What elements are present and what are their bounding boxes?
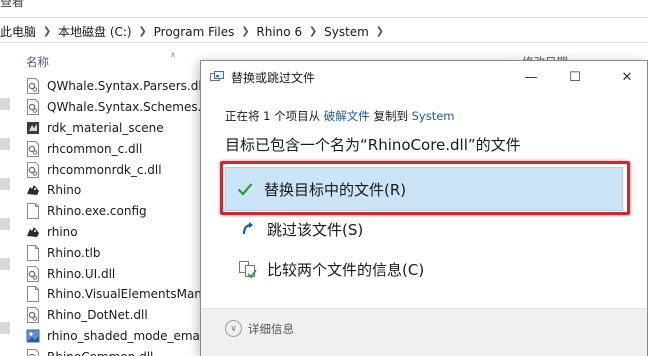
dll-file-icon bbox=[26, 99, 40, 116]
file-row[interactable]: rhino_shaded_mode_emap bbox=[26, 326, 226, 347]
dialog-footer: ∨ 详细信息 bbox=[201, 308, 647, 356]
details-label: 详细信息 bbox=[248, 321, 294, 336]
maximize-button[interactable]: ☐ bbox=[553, 61, 597, 93]
dll-file-icon bbox=[26, 265, 40, 282]
file-name: rdk_material_scene bbox=[47, 120, 164, 135]
breadcrumb-rhino6[interactable]: Rhino 6 bbox=[256, 25, 302, 39]
dialog-titlebar[interactable]: 替换或跳过文件 — ☐ ✕ bbox=[201, 61, 647, 93]
file-row[interactable]: Rhino.exe.config bbox=[26, 201, 226, 222]
compare-files-option[interactable]: 比较两个文件的信息(C) bbox=[225, 247, 623, 291]
dll-file-icon bbox=[26, 161, 40, 178]
dialog-title: 替换或跳过文件 bbox=[231, 71, 316, 85]
dll-file-icon bbox=[26, 348, 40, 356]
conflict-heading: 目标已包含一个名为“RhinoCore.dll”的文件 bbox=[225, 136, 521, 154]
file-row[interactable]: RhinoCommon.dll bbox=[26, 346, 226, 356]
file-row[interactable]: rhcommon_c.dll bbox=[26, 138, 226, 159]
file-name: rhino bbox=[47, 224, 78, 239]
info-prefix: 正在将 1 个项目从 bbox=[225, 109, 321, 123]
chevron-right-icon[interactable]: ❯ bbox=[302, 26, 324, 37]
replace-or-skip-dialog: 替换或跳过文件 — ☐ ✕ 正在将 1 个项目从 破解文件 复制到 System… bbox=[200, 60, 648, 356]
file-name: Rhino.UI.dll bbox=[47, 266, 116, 281]
file-row[interactable]: Rhino.UI.dll bbox=[26, 263, 226, 284]
blank-file-icon bbox=[26, 203, 40, 220]
image-file-icon bbox=[26, 328, 40, 344]
rhino-app-icon bbox=[26, 224, 40, 240]
file-name: QWhale.Syntax.Parsers.dll bbox=[47, 79, 206, 94]
blank-file-icon bbox=[26, 286, 40, 303]
ribbon-tab-strip: 查看 bbox=[0, 0, 648, 8]
file-name: Rhino bbox=[47, 183, 82, 198]
chevron-right-icon[interactable]: ❯ bbox=[369, 26, 391, 37]
file-row[interactable]: Rhino.VisualElementsMani bbox=[26, 284, 226, 305]
rhino-app-icon bbox=[26, 182, 40, 198]
more-details-button[interactable]: ∨ 详细信息 bbox=[225, 320, 294, 337]
source-folder-link[interactable]: 破解文件 bbox=[324, 109, 370, 123]
dll-file-icon bbox=[26, 78, 40, 95]
nav-pane-item[interactable] bbox=[0, 138, 10, 150]
breadcrumb-this-pc[interactable]: 此电脑 bbox=[0, 23, 36, 40]
skip-file-option[interactable]: 跳过该文件(S) bbox=[225, 207, 623, 251]
close-button[interactable]: ✕ bbox=[605, 61, 648, 93]
compare-documents-icon bbox=[237, 260, 259, 278]
sort-ascending-icon: ∧ bbox=[170, 50, 176, 59]
breadcrumb: 此电脑 ❯ 本地磁盘 (C:) ❯ Program Files ❯ Rhino … bbox=[0, 23, 391, 40]
file-name: Rhino.tlb bbox=[47, 245, 101, 260]
chevron-right-icon[interactable]: ❯ bbox=[132, 26, 154, 37]
dll-file-icon bbox=[26, 140, 40, 157]
file-name: rhino_shaded_mode_emap bbox=[47, 328, 208, 343]
file-row[interactable]: Rhino bbox=[26, 180, 226, 201]
nav-pane-item[interactable] bbox=[0, 218, 10, 230]
file-name: Rhino.exe.config bbox=[47, 204, 147, 219]
skip-arrow-icon bbox=[237, 221, 259, 237]
file-name: Rhino_DotNet.dll bbox=[47, 308, 148, 323]
minimize-button[interactable]: — bbox=[509, 61, 553, 93]
navigation-pane[interactable] bbox=[0, 72, 16, 356]
nav-pane-item[interactable] bbox=[0, 258, 10, 270]
ribbon-tab-view[interactable]: 查看 bbox=[0, 0, 24, 8]
column-header-name[interactable]: 名称 bbox=[26, 54, 49, 70]
destination-folder-link[interactable]: System bbox=[412, 109, 455, 123]
file-row[interactable]: rhino bbox=[26, 222, 226, 243]
breadcrumb-program-files[interactable]: Program Files bbox=[154, 25, 235, 39]
file-name: rhcommon_c.dll bbox=[47, 141, 143, 156]
copy-info-line: 正在将 1 个项目从 破解文件 复制到 System bbox=[225, 108, 455, 124]
file-name: Rhino.VisualElementsMani bbox=[47, 287, 206, 302]
info-middle: 复制到 bbox=[373, 109, 408, 123]
breadcrumb-local-disk[interactable]: 本地磁盘 (C:) bbox=[58, 23, 132, 40]
file-list: QWhale.Syntax.Parsers.dll QWhale.Syntax.S… bbox=[26, 76, 226, 356]
file-name: QWhale.Syntax.Schemes.dll bbox=[47, 100, 216, 115]
compare-option-label: 比较两个文件的信息(C) bbox=[267, 260, 425, 279]
chevron-down-icon: ∨ bbox=[225, 320, 242, 337]
file-row[interactable]: QWhale.Syntax.Parsers.dll bbox=[26, 76, 226, 97]
copy-files-icon bbox=[210, 71, 224, 86]
file-row[interactable]: rdk_material_scene bbox=[26, 118, 226, 139]
address-bar[interactable]: 此电脑 ❯ 本地磁盘 (C:) ❯ Program Files ❯ Rhino … bbox=[0, 17, 648, 43]
file-row[interactable]: QWhale.Syntax.Schemes.dll bbox=[26, 97, 226, 118]
nav-pane-item[interactable] bbox=[0, 178, 10, 190]
chevron-right-icon[interactable]: ❯ bbox=[234, 26, 256, 37]
file-row[interactable]: rhcommonrdk_c.dll bbox=[26, 159, 226, 180]
file-name: rhcommonrdk_c.dll bbox=[47, 162, 162, 177]
rhino-file-icon bbox=[26, 120, 40, 136]
nav-pane-item[interactable] bbox=[0, 98, 10, 110]
file-name: RhinoCommon.dll bbox=[47, 350, 153, 356]
chevron-right-icon[interactable]: ❯ bbox=[36, 26, 58, 37]
nav-pane-item[interactable] bbox=[0, 322, 10, 334]
breadcrumb-system[interactable]: System bbox=[324, 25, 369, 39]
dll-file-icon bbox=[26, 307, 40, 324]
blank-file-icon bbox=[26, 244, 40, 261]
file-row[interactable]: Rhino.tlb bbox=[26, 242, 226, 263]
skip-option-label: 跳过该文件(S) bbox=[267, 220, 364, 239]
file-row[interactable]: Rhino_DotNet.dll bbox=[26, 305, 226, 326]
